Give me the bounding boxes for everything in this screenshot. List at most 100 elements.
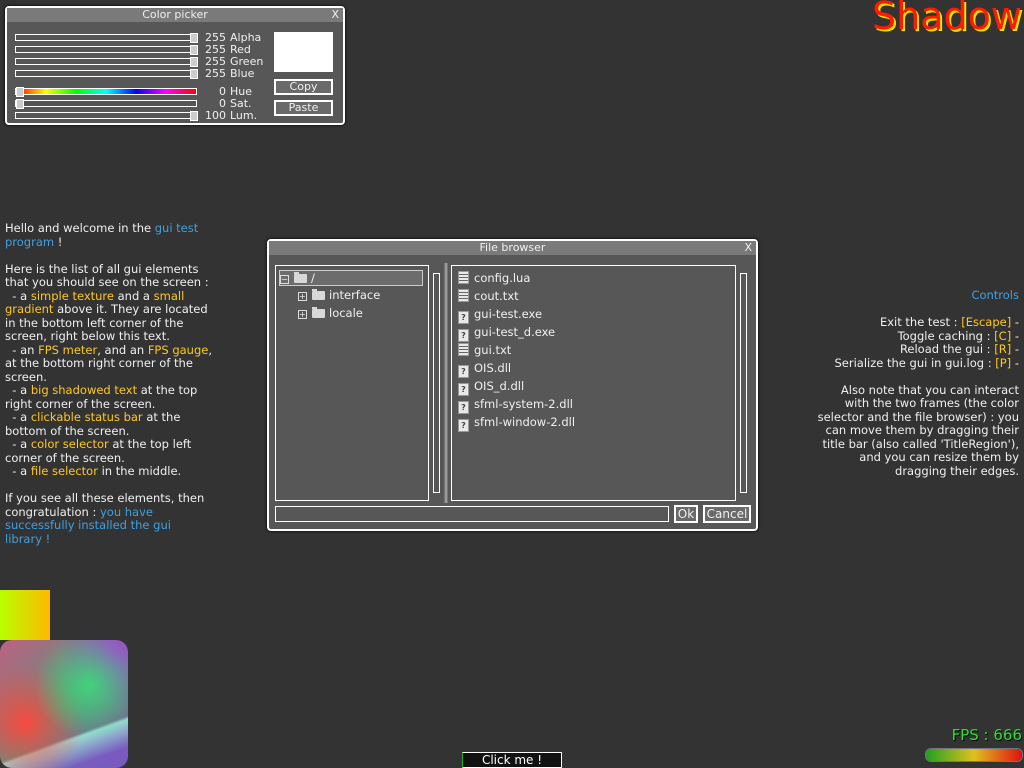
text-line: Controls — [818, 288, 1019, 303]
text-line: corner of the screen. — [5, 450, 212, 466]
text-segment: title bar (also called 'TitleRegion'), — [822, 436, 1019, 451]
expand-icon[interactable]: + — [298, 292, 307, 301]
small-gradient — [0, 590, 50, 640]
green-slider[interactable] — [15, 57, 198, 67]
text-line: screen. — [5, 369, 212, 385]
text-segment: Also note that you can interact — [840, 382, 1019, 397]
text-segment: Here is the list of all gui elements — [5, 261, 199, 276]
ok-button[interactable]: Ok — [674, 505, 698, 523]
tree-item[interactable]: + locale — [298, 306, 363, 320]
highlighted-text: successfully installed the gui — [5, 518, 171, 532]
tree-item[interactable]: − / — [279, 270, 423, 286]
unknown-file-icon: ? — [458, 365, 469, 378]
file-browser-title-bar[interactable]: File browser X — [269, 241, 756, 255]
text-segment: and you can resize them by — [859, 450, 1019, 464]
lum-slider[interactable] — [15, 111, 198, 121]
slider-thumb[interactable] — [16, 99, 24, 109]
close-icon[interactable]: X — [744, 241, 752, 255]
file-list-item[interactable]: ? sfml-system-2.dll — [458, 397, 573, 414]
highlighted-text: big shadowed text — [30, 383, 138, 397]
highlighted-text: [C] — [994, 328, 1012, 343]
color-picker-title-bar[interactable]: Color picker X — [7, 8, 343, 22]
highlighted-text: clickable status bar — [30, 410, 143, 424]
file-list-item[interactable]: ? gui-test_d.exe — [458, 325, 555, 342]
text-segment: Reload the gui : — [899, 342, 995, 356]
welcome-text: Hello and welcome in the gui test program… — [5, 221, 212, 546]
highlighted-text: you have — [99, 504, 153, 519]
text-segment: - — [1011, 355, 1019, 370]
text-segment: bottom of the screen. — [5, 423, 130, 438]
file-name: sfml-window-2.dll — [474, 415, 576, 429]
color-preview — [274, 32, 333, 72]
text-segment: - — [1011, 328, 1019, 343]
text-line: right corner of the screen. — [5, 396, 212, 412]
text-line: that you should see on the screen : — [5, 275, 212, 290]
file-list-item[interactable]: config.lua — [458, 271, 530, 285]
close-icon[interactable]: X — [331, 8, 339, 22]
highlighted-text: [P] — [995, 355, 1012, 370]
text-line: screen, right below this text. — [5, 329, 212, 344]
file-browser-frame[interactable]: File browser X − / + interface + locale confi… — [267, 239, 758, 531]
text-segment: and a — [113, 288, 154, 303]
file-list-item[interactable]: ? sfml-window-2.dll — [458, 415, 575, 432]
folder-tree-scrollbar[interactable] — [433, 273, 440, 493]
slider-thumb[interactable] — [16, 87, 24, 97]
file-list-item[interactable]: gui.txt — [458, 343, 511, 357]
slider-value: 100 — [205, 109, 226, 122]
alpha-slider[interactable] — [15, 33, 198, 43]
text-segment: right corner of the screen. — [5, 396, 156, 411]
color-picker-frame[interactable]: Color picker X 255 Alpha 255 Red 255 Green 255… — [5, 6, 345, 125]
copy-button[interactable]: Copy — [274, 79, 333, 95]
text-segment: ! — [54, 234, 63, 249]
hue-slider[interactable] — [15, 87, 197, 97]
highlighted-text: FPS gauge — [147, 342, 209, 357]
slider-label: Blue — [230, 67, 255, 80]
expand-icon[interactable]: + — [298, 310, 307, 319]
slider-thumb[interactable] — [190, 111, 198, 121]
tree-item[interactable]: + interface — [298, 288, 380, 302]
sat-slider[interactable] — [15, 99, 197, 109]
controls-text: Controls Exit the test : [Escape] - Toggle… — [818, 288, 1020, 478]
collapse-icon[interactable]: − — [280, 275, 289, 284]
red-slider[interactable] — [15, 45, 198, 55]
text-line: - a simple texture and a small — [5, 288, 212, 304]
text-line: program ! — [5, 234, 212, 250]
file-list-item[interactable]: ? OIS_d.dll — [458, 379, 524, 396]
cancel-button[interactable]: Cancel — [703, 505, 751, 523]
text-segment: Exit the test : — [879, 315, 962, 329]
file-list-item[interactable]: ? gui-test.exe — [458, 307, 542, 324]
text-segment: - — [1011, 342, 1019, 356]
text-line — [5, 249, 212, 263]
text-line: - an FPS meter, and an FPS gauge, — [5, 342, 212, 358]
slider-thumb[interactable] — [190, 57, 198, 67]
text-segment: - a — [5, 464, 31, 478]
slider-value: 255 — [205, 67, 226, 80]
file-list-item[interactable]: ? OIS.dll — [458, 361, 511, 378]
file-list-item[interactable]: cout.txt — [458, 289, 519, 303]
slider-thumb[interactable] — [190, 45, 198, 55]
text-line: and you can resize them by — [818, 450, 1019, 465]
path-input[interactable] — [275, 506, 669, 522]
slider-thumb[interactable] — [190, 69, 198, 79]
text-segment: corner of the screen. — [5, 450, 125, 465]
text-segment: screen. — [5, 369, 47, 384]
tree-item-label: / — [311, 271, 315, 285]
folder-tree[interactable]: − / + interface + locale — [275, 265, 429, 501]
file-list[interactable]: config.lua cout.txt ? gui-test.exe? gui-test… — [451, 265, 736, 501]
paste-button[interactable]: Paste — [274, 100, 333, 116]
text-line: Exit the test : [Escape] - — [818, 315, 1019, 330]
splitter-handle[interactable] — [444, 263, 448, 503]
file-list-scrollbar[interactable] — [740, 273, 747, 493]
unknown-file-icon: ? — [458, 401, 469, 414]
slider-thumb[interactable] — [190, 33, 198, 43]
fps-gauge — [925, 748, 1023, 762]
status-bar[interactable]: Click me ! — [462, 752, 562, 768]
text-segment: can move them by dragging their — [825, 423, 1020, 437]
text-file-icon — [458, 289, 469, 302]
text-segment: above it. They are located — [53, 302, 208, 316]
simple-texture — [0, 640, 128, 768]
folder-icon — [312, 307, 325, 318]
text-line: Toggle caching : [C] - — [818, 328, 1019, 344]
blue-slider[interactable] — [15, 69, 198, 79]
highlighted-text: [R] — [994, 342, 1012, 356]
